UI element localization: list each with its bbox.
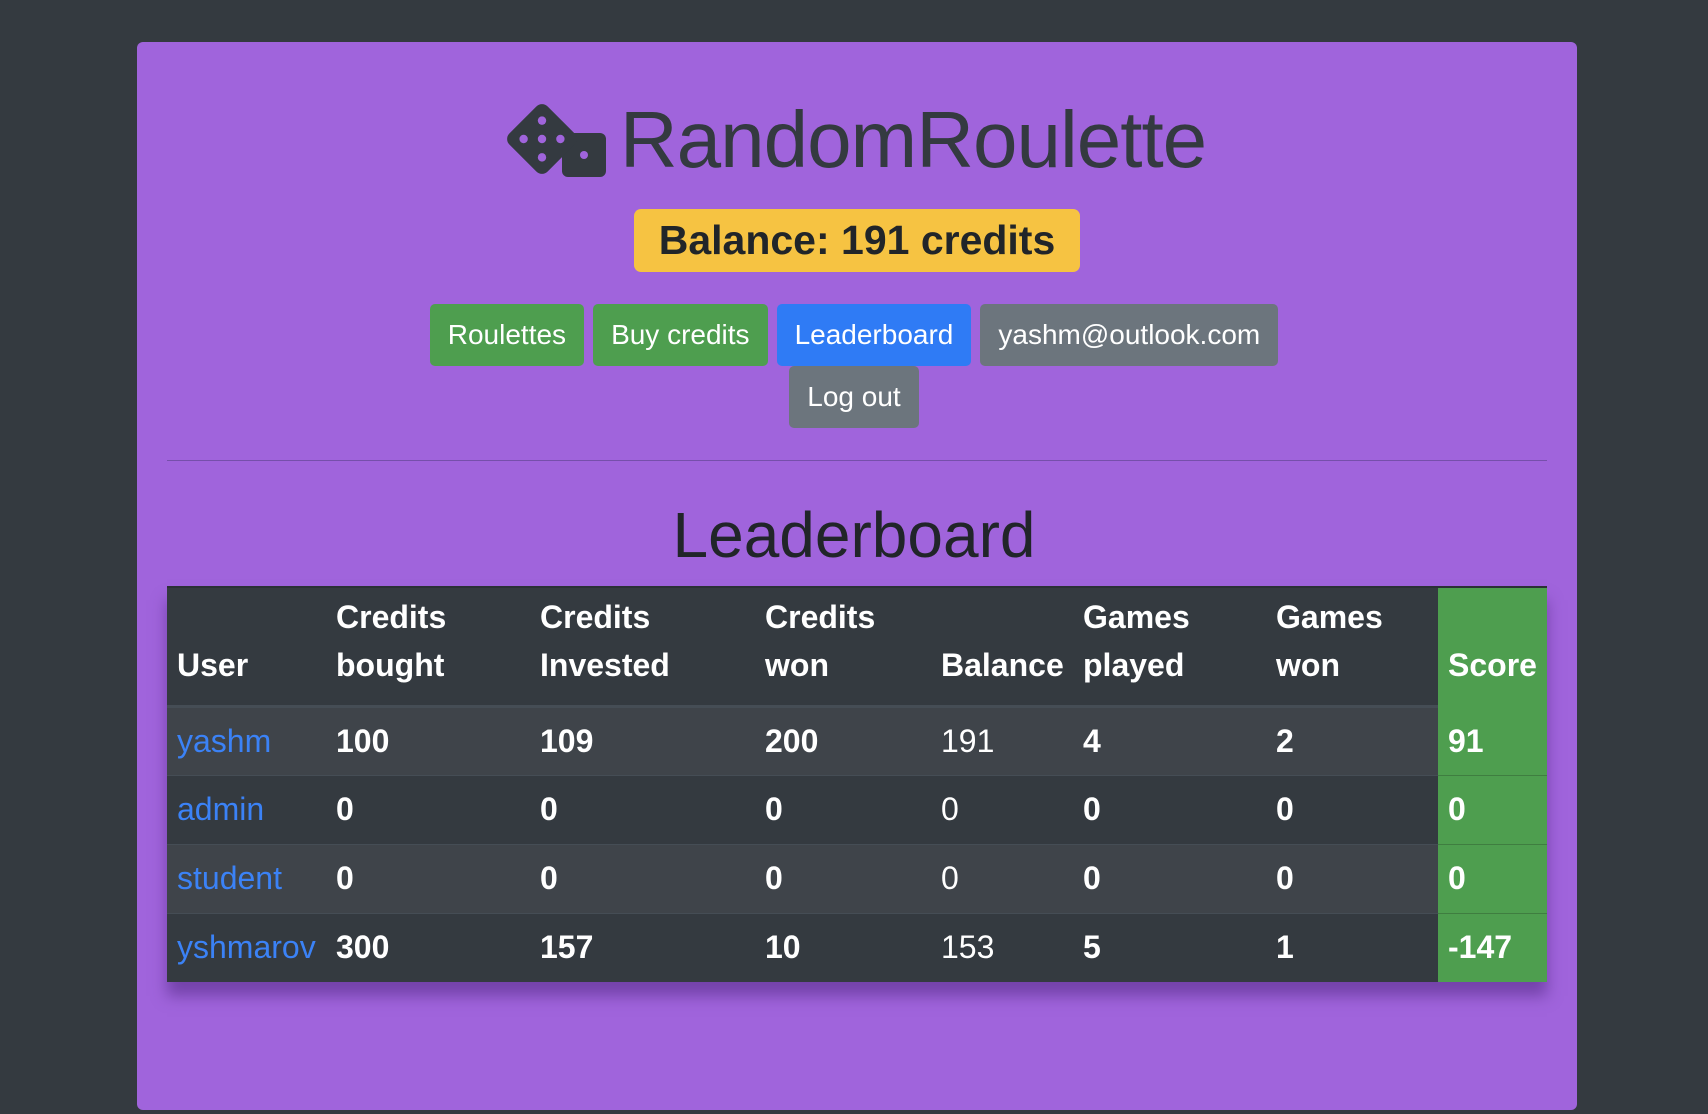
games-won-cell: 0	[1266, 843, 1438, 913]
games-won-cell: 2	[1266, 705, 1438, 775]
log-out-button[interactable]: Log out	[789, 366, 919, 428]
balance-cell: 191	[931, 705, 1073, 775]
header-games-won[interactable]: Games won	[1266, 586, 1438, 708]
user-cell: admin	[167, 774, 326, 844]
score-cell: 0	[1438, 843, 1547, 913]
header-credits-bought[interactable]: Credits bought	[326, 586, 530, 708]
user-link[interactable]: admin	[177, 791, 264, 827]
score-cell: 0	[1438, 774, 1547, 844]
credits-invested-cell: 0	[530, 774, 755, 844]
table-row: student 0 0 0 0 0 0 0	[167, 843, 1547, 913]
user-cell: yashm	[167, 705, 326, 775]
table-row: admin 0 0 0 0 0 0 0	[167, 774, 1547, 844]
header-balance[interactable]: Balance	[931, 586, 1073, 708]
credits-won-cell: 0	[755, 774, 931, 844]
table-row: yashm 100 109 200 191 4 2 91	[167, 705, 1547, 775]
nav-bar-row-2: Log out	[0, 366, 1708, 428]
leaderboard-table-wrapper: User Credits bought Credits Invested Cre…	[167, 586, 1547, 982]
header-score[interactable]: Score	[1438, 586, 1547, 708]
credits-bought-cell: 0	[326, 843, 530, 913]
user-email-button[interactable]: yashm@outlook.com	[980, 304, 1279, 366]
balance-badge: Balance: 191 credits	[634, 209, 1080, 272]
credits-won-cell: 0	[755, 843, 931, 913]
roulettes-button[interactable]: Roulettes	[429, 304, 585, 366]
credits-invested-cell: 157	[530, 912, 755, 982]
score-cell: 91	[1438, 705, 1547, 775]
leaderboard-table: User Credits bought Credits Invested Cre…	[167, 586, 1547, 982]
games-played-cell: 4	[1073, 705, 1266, 775]
divider	[167, 460, 1547, 461]
credits-invested-cell: 0	[530, 843, 755, 913]
header-user[interactable]: User	[167, 586, 326, 708]
credits-won-cell: 200	[755, 705, 931, 775]
games-played-cell: 0	[1073, 843, 1266, 913]
games-played-cell: 0	[1073, 774, 1266, 844]
nav-bar: Roulettes Buy credits Leaderboard yashm@…	[0, 304, 1708, 366]
score-cell: -147	[1438, 912, 1547, 982]
balance-cell: 0	[931, 774, 1073, 844]
credits-bought-cell: 100	[326, 705, 530, 775]
user-link[interactable]: student	[177, 860, 282, 896]
header-credits-invested[interactable]: Credits Invested	[530, 586, 755, 708]
games-won-cell: 0	[1266, 774, 1438, 844]
user-link[interactable]: yashm	[177, 723, 271, 759]
balance-cell: 0	[931, 843, 1073, 913]
user-cell: yshmarov	[167, 912, 326, 982]
brand-header: RandomRoulette	[0, 90, 1708, 190]
games-played-cell: 5	[1073, 912, 1266, 982]
credits-bought-cell: 300	[326, 912, 530, 982]
credits-invested-cell: 109	[530, 705, 755, 775]
page-title: Leaderboard	[672, 499, 1036, 571]
table-row: yshmarov 300 157 10 153 5 1 -147	[167, 912, 1547, 982]
header-credits-won[interactable]: Credits won	[755, 586, 931, 708]
credits-won-cell: 10	[755, 912, 931, 982]
leaderboard-button[interactable]: Leaderboard	[776, 304, 972, 366]
header-games-played[interactable]: Games played	[1073, 586, 1266, 708]
dice-icon	[502, 99, 606, 181]
app-title: RandomRoulette	[619, 95, 1207, 184]
buy-credits-button[interactable]: Buy credits	[593, 304, 768, 366]
table-header-row: User Credits bought Credits Invested Cre…	[167, 586, 1547, 708]
user-link[interactable]: yshmarov	[177, 929, 316, 965]
balance-cell: 153	[931, 912, 1073, 982]
credits-bought-cell: 0	[326, 774, 530, 844]
games-won-cell: 1	[1266, 912, 1438, 982]
user-cell: student	[167, 843, 326, 913]
brand-link[interactable]: RandomRoulette	[502, 90, 1207, 190]
